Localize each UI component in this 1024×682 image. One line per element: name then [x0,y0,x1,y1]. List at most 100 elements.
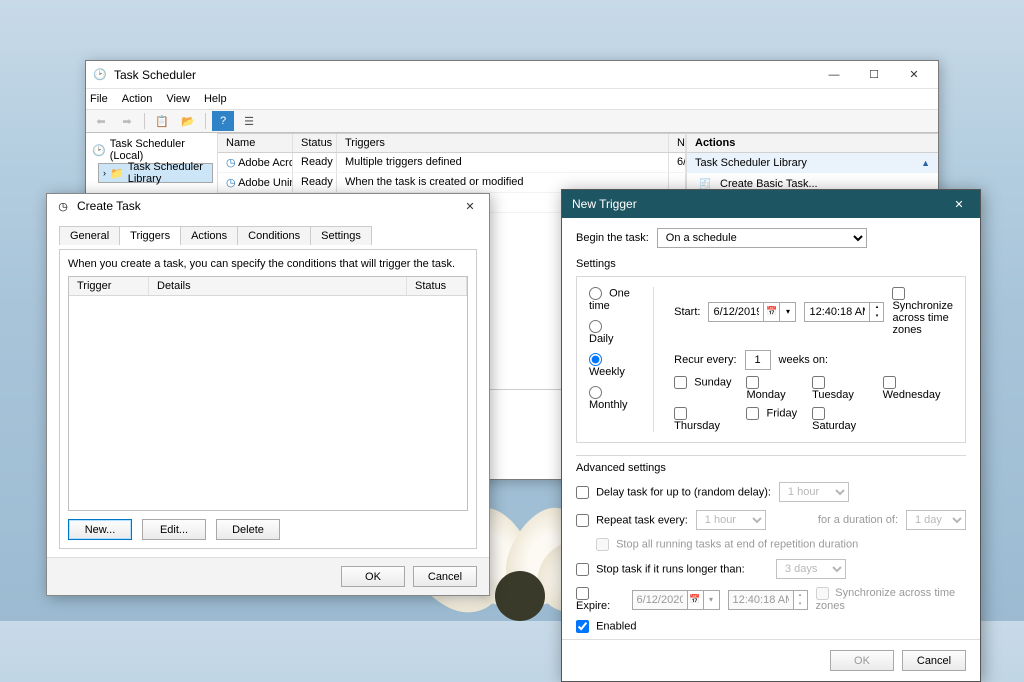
collapse-icon[interactable]: ▲ [921,158,930,168]
recur-input[interactable] [745,350,771,370]
col-status[interactable]: Status [293,134,337,152]
actions-subheader: Task Scheduler Library ▲ [687,153,938,173]
cancel-button[interactable]: Cancel [413,566,477,587]
titlebar[interactable]: ◷ Create Task ✕ [47,194,489,218]
radio-daily[interactable]: Daily [589,320,633,345]
duration-select: 1 day [906,510,966,530]
titlebar[interactable]: New Trigger ✕ [562,190,980,218]
table-row[interactable]: ◷ Adobe Acro... Ready Multiple triggers … [218,153,686,173]
edit-button[interactable]: Edit... [142,519,206,540]
day-monday[interactable]: Monday [746,376,798,401]
delay-checkbox[interactable]: Delay task for up to (random delay): [576,486,771,499]
recur-label: Recur every: [674,354,736,366]
maximize-button[interactable]: ☐ [854,61,894,88]
expand-icon[interactable]: › [103,168,106,178]
col-trigger[interactable]: Trigger [69,277,149,295]
tree-library[interactable]: › 📁 Task Scheduler Library [98,163,213,183]
folder-button[interactable]: 📂 [177,111,199,131]
ok-button[interactable]: OK [830,650,894,671]
stop-longer-checkbox[interactable]: Stop task if it runs longer than: [576,563,745,576]
menu-action[interactable]: Action [122,93,153,105]
start-time[interactable] [804,302,884,322]
stop-select: 3 days [776,559,846,579]
cancel-button[interactable]: Cancel [902,650,966,671]
menu-help[interactable]: Help [204,93,227,105]
tab-triggers[interactable]: Triggers [119,226,181,245]
expire-date [632,590,720,610]
radio-onetime[interactable]: One time [589,287,633,312]
menu-file[interactable]: File [90,93,108,105]
delete-button[interactable]: Delete [216,519,280,540]
repeat-checkbox[interactable]: Repeat task every: [576,514,688,527]
enabled-checkbox[interactable]: Enabled [576,620,636,633]
close-button[interactable]: ✕ [894,61,934,88]
delay-select: 1 hour [779,482,849,502]
expire-time [728,590,808,610]
col-details[interactable]: Details [149,277,407,295]
radio-weekly[interactable]: Weekly [589,353,633,378]
spin-up[interactable] [869,303,883,312]
tree-library-label: Task Scheduler Library [128,161,208,185]
tab-settings[interactable]: Settings [310,226,372,245]
day-tuesday[interactable]: Tuesday [812,376,869,401]
begin-select[interactable]: On a schedule [657,228,867,248]
task-icon: ◷ [226,157,236,169]
begin-label: Begin the task: [576,232,649,244]
minimize-button[interactable]: — [814,61,854,88]
tab-conditions[interactable]: Conditions [237,226,311,245]
day-saturday[interactable]: Saturday [812,407,869,432]
advanced-header: Advanced settings [576,462,966,474]
tree-root[interactable]: 🕑 Task Scheduler (Local) [90,137,213,163]
radio-monthly[interactable]: Monthly [589,386,633,411]
col-status[interactable]: Status [407,277,467,295]
tab-actions[interactable]: Actions [180,226,238,245]
tab-strip: General Triggers Actions Conditions Sett… [59,226,477,245]
stop-running-checkbox: Stop all running tasks at end of repetit… [596,538,858,551]
menu-view[interactable]: View [166,93,190,105]
toolbar: ⬅ ➡ 📋 📂 ? ☰ [86,109,938,133]
start-label: Start: [674,306,700,318]
col-next[interactable]: Ne: [669,134,686,152]
folder-icon: 📁 [110,167,124,180]
new-button[interactable]: New... [68,519,132,540]
expire-checkbox[interactable]: Expire: [576,587,624,612]
close-button[interactable]: ✕ [457,194,483,218]
forward-button: ➡ [116,111,138,131]
col-triggers[interactable]: Triggers [337,134,669,152]
recur-suffix: weeks on: [779,354,829,366]
properties-button[interactable]: ☰ [238,111,260,131]
window-title: Task Scheduler [114,68,814,82]
menu-bar: File Action View Help [86,89,938,109]
help-button[interactable]: ? [212,111,234,131]
up-button[interactable]: 📋 [151,111,173,131]
actions-header: Actions [687,133,938,153]
col-name[interactable]: Name [218,134,293,152]
day-friday[interactable]: Friday [746,407,798,432]
clock-icon: 🕑 [92,144,106,157]
settings-label: Settings [576,258,966,270]
task-icon: ◷ [55,198,71,214]
tree-root-label: Task Scheduler (Local) [110,138,211,162]
task-icon: ◷ [226,177,236,189]
sync-checkbox[interactable]: Synchronize across time zones [892,287,953,336]
day-sunday[interactable]: Sunday [674,376,732,401]
chevron-down-icon[interactable] [779,303,795,321]
chevron-down-icon [703,591,719,609]
day-wednesday[interactable]: Wednesday [883,376,953,401]
close-button[interactable]: ✕ [942,190,976,218]
repeat-select: 1 hour [696,510,766,530]
start-date[interactable] [708,302,796,322]
day-thursday[interactable]: Thursday [674,407,732,432]
new-trigger-dialog: New Trigger ✕ Begin the task: On a sched… [561,189,981,682]
titlebar[interactable]: 🕑 Task Scheduler — ☐ ✕ [86,61,938,89]
clock-icon: 🕑 [92,67,108,83]
expire-sync-checkbox: Synchronize across time zones [816,587,966,612]
ok-button[interactable]: OK [341,566,405,587]
tab-general[interactable]: General [59,226,120,245]
calendar-icon [687,591,703,609]
spin-down[interactable] [869,312,883,321]
triggers-list[interactable]: Trigger Details Status [68,276,468,511]
calendar-icon[interactable] [763,303,779,321]
create-task-dialog: ◷ Create Task ✕ General Triggers Actions… [46,193,490,596]
duration-label: for a duration of: [818,514,898,526]
